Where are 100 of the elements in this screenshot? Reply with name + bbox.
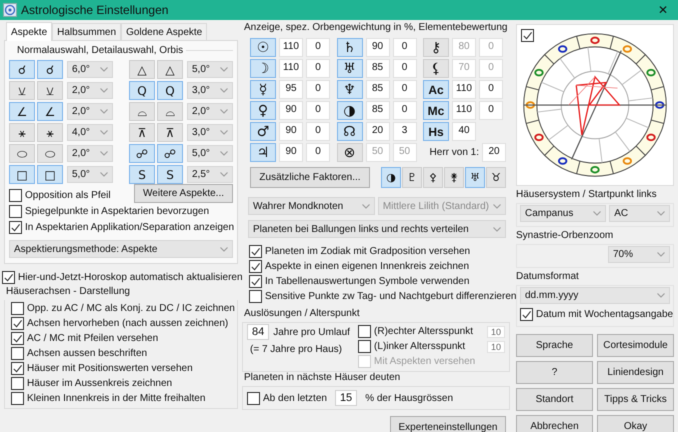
tab[interactable]: Goldene Aspekte [121,23,208,40]
element-field[interactable]: 0 [306,59,330,78]
planet-toggle[interactable]: ☉ [250,38,276,57]
orb-dropdown[interactable]: 4,0° [67,124,113,141]
checkbox[interactable] [249,275,262,288]
orb-dropdown[interactable]: 3,0° [187,124,233,141]
planet-toggle[interactable]: ♆ [336,80,362,99]
checkbox[interactable] [521,29,534,42]
tab[interactable]: Aspekte [6,22,52,41]
dialog-button[interactable]: Abbrechen [516,415,593,432]
checkbox[interactable] [2,271,15,284]
aspect-toggle[interactable]: ☍ [129,144,155,163]
orb-dropdown[interactable]: 2,0° [67,82,113,99]
element-field[interactable]: 0 [392,101,416,120]
aspect-toggle[interactable]: △ [157,60,183,79]
orb-dropdown[interactable]: 6,0° [67,61,113,78]
aspect-toggle[interactable]: Q [157,81,183,100]
spread-dropdown[interactable]: Planeten bei Ballungen links und rechts verteilen [248,220,506,238]
aspect-toggle[interactable]: Q [129,81,155,100]
extra-factors-button[interactable]: Zusätzliche Faktoren... [250,167,370,188]
element-field[interactable]: 0 [306,122,330,141]
factor-toggle[interactable]: ◑ [381,167,401,188]
value-field[interactable]: 10 [486,326,505,338]
tab[interactable]: Halbsummen [52,23,122,40]
dialog-button[interactable]: Liniendesign [597,361,674,384]
planet-toggle[interactable]: ♀ [250,101,276,120]
planet-toggle[interactable]: ♄ [336,38,362,57]
factor-toggle[interactable]: ♇ [402,167,422,188]
element-field[interactable]: 0 [479,101,503,120]
checkbox[interactable] [247,392,260,404]
checkbox[interactable] [11,377,24,390]
checkbox[interactable] [11,392,24,405]
dialog-button[interactable]: Tipps & Tricks [597,388,674,411]
aspect-toggle[interactable]: ⌓ [129,102,155,121]
percent-field[interactable]: 15 [334,390,358,406]
planet-toggle[interactable]: ☊ [336,122,362,141]
aspect-toggle[interactable]: ⚺ [9,81,35,100]
element-field[interactable]: 0 [392,38,416,57]
dialog-button[interactable]: Okay [597,415,674,432]
close-button[interactable]: ✕ [648,0,678,20]
weight-field[interactable]: 85 [366,59,390,78]
aspect-toggle[interactable]: S [129,165,155,184]
checkbox[interactable] [9,221,22,234]
dialog-button[interactable]: ? [516,361,593,384]
node-dropdown[interactable]: Wahrer Mondknoten [248,197,375,215]
element-field[interactable]: 0 [479,80,503,99]
checkbox[interactable] [249,290,262,303]
orb-dropdown[interactable]: 2,0° [187,103,233,120]
planet-toggle[interactable]: ♅ [336,59,362,78]
element-field[interactable]: 0 [306,38,330,57]
dialog-button[interactable]: Sprache [516,334,593,357]
weight-field[interactable]: 110 [452,80,476,99]
planet-toggle[interactable]: ♂ [250,122,276,141]
weight-field[interactable]: 110 [279,38,303,57]
orb-dropdown[interactable]: 2,0° [67,103,113,120]
aspect-toggle[interactable]: ⚺ [37,81,63,100]
aspect-toggle[interactable]: ☍ [157,144,183,163]
weight-field[interactable]: 85 [366,101,390,120]
weight-field[interactable]: 20 [366,122,390,141]
weight-field[interactable]: 95 [279,80,303,99]
weight-field[interactable]: 90 [366,38,390,57]
years-field[interactable]: 84 [247,324,270,340]
orb-dropdown[interactable]: 5,0° [187,145,233,162]
aspect-toggle[interactable]: ⬭ [9,144,35,163]
aspect-toggle[interactable]: ∠ [37,102,63,121]
checkbox[interactable] [249,260,262,273]
weight-field[interactable]: 40 [452,122,476,141]
weight-field[interactable]: 110 [279,59,303,78]
checkbox[interactable] [11,302,24,315]
aspect-toggle[interactable]: □ [9,165,35,184]
more-aspects-button[interactable]: Weitere Aspekte... [134,184,233,203]
aspect-toggle[interactable]: ∠ [9,102,35,121]
aspect-toggle[interactable]: ☌ [9,60,35,79]
checkbox[interactable] [11,332,24,345]
planet-toggle[interactable]: ☽ [250,59,276,78]
element-field[interactable]: 3 [392,122,416,141]
weight-field[interactable]: 90 [279,101,303,120]
planet-toggle[interactable]: Hs [423,122,449,141]
aspect-toggle[interactable]: △ [129,60,155,79]
planet-toggle[interactable]: Mc [423,101,449,120]
factor-toggle[interactable]: ⚴ [423,167,443,188]
element-field[interactable]: 0 [306,101,330,120]
planet-toggle[interactable]: ☿ [250,80,276,99]
dialog-button[interactable]: Cortesimodule [597,334,674,357]
value-field[interactable]: 10 [486,340,505,352]
start-point-dropdown[interactable]: AC [609,205,670,222]
checkbox[interactable] [249,245,262,258]
checkbox[interactable] [358,325,372,338]
aspect-toggle[interactable]: ☌ [37,60,63,79]
aspect-toggle[interactable]: S [157,165,183,184]
orb-dropdown[interactable]: 5,0° [67,166,113,183]
factor-toggle[interactable]: ♉ [486,167,506,188]
orb-zoom-dropdown[interactable]: 70% [608,246,670,263]
dialog-button[interactable]: Standort [516,388,593,411]
aspect-toggle[interactable]: ⌓ [157,102,183,121]
aspect-toggle[interactable]: ⚹ [37,123,63,142]
weight-field[interactable]: 90 [279,143,303,162]
orb-dropdown[interactable]: 5,0° [187,61,233,78]
aspect-toggle[interactable]: ⚹ [9,123,35,142]
planet-toggle[interactable]: ◑ [336,101,362,120]
